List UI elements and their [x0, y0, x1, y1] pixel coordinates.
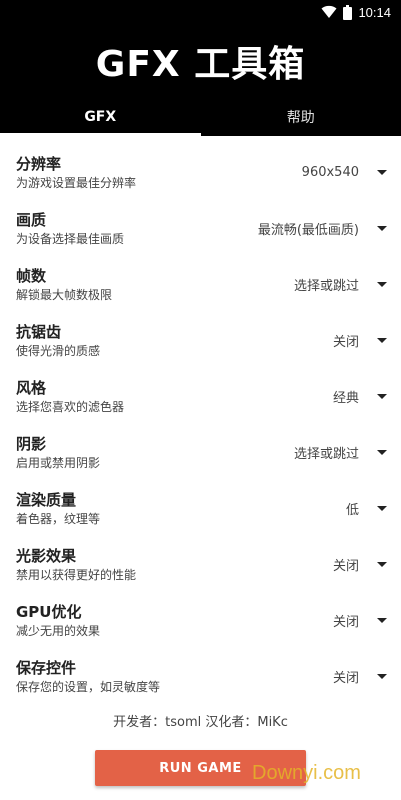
dropdown-arrow-icon	[377, 337, 387, 343]
dropdown-arrow-icon	[377, 561, 387, 567]
setting-title: 风格	[16, 378, 47, 397]
setting-light-effects[interactable]: 光影效果 禁用以获得更好的性能 关闭	[0, 536, 401, 592]
dropdown-arrow-icon	[377, 169, 387, 175]
setting-subtitle: 使得光滑的质感	[16, 343, 101, 358]
setting-subtitle: 减少无用的效果	[16, 623, 101, 638]
setting-dropdown[interactable]: 关闭	[333, 331, 387, 350]
setting-value: 关闭	[332, 558, 359, 574]
setting-dropdown[interactable]: 选择或跳过	[294, 275, 387, 294]
setting-value: 最流畅(最低画质)	[257, 222, 359, 238]
setting-subtitle: 为游戏设置最佳分辨率	[16, 175, 137, 190]
dropdown-arrow-icon	[377, 393, 387, 399]
setting-fps[interactable]: 帧数 解锁最大帧数极限 选择或跳过	[0, 256, 401, 312]
settings-list: 分辨率 为游戏设置最佳分辨率 960x540 画质 为设备选择最佳画质 最流畅(…	[0, 136, 401, 704]
credits-text: 开发者：tsoml 汉化者：MiKc	[113, 715, 288, 730]
setting-gpu-optimization[interactable]: GPU优化 减少无用的效果 关闭	[0, 592, 401, 648]
dropdown-arrow-icon	[377, 505, 387, 511]
setting-value: 低	[345, 502, 359, 518]
setting-subtitle: 保存您的设置，如灵敏度等	[16, 679, 161, 694]
dropdown-arrow-icon	[377, 449, 387, 455]
tab-help[interactable]: 帮助	[201, 98, 401, 136]
setting-subtitle: 启用或禁用阴影	[16, 455, 101, 470]
watermark: Downyi.com	[252, 762, 361, 784]
setting-graphics[interactable]: 画质 为设备选择最佳画质 最流畅(最低画质)	[0, 200, 401, 256]
status-time: 10:14	[358, 4, 391, 20]
setting-dropdown[interactable]: 关闭	[333, 555, 387, 574]
tab-bar: GFX 帮助	[0, 98, 401, 136]
setting-value: 关闭	[332, 614, 359, 630]
setting-subtitle: 为设备选择最佳画质	[16, 231, 125, 246]
setting-value: 关闭	[332, 670, 359, 686]
setting-shadows[interactable]: 阴影 启用或禁用阴影 选择或跳过	[0, 424, 401, 480]
setting-dropdown[interactable]: 经典	[333, 387, 387, 406]
dropdown-arrow-icon	[377, 281, 387, 287]
setting-dropdown[interactable]: 关闭	[333, 611, 387, 630]
app-header: GFX 工具箱 GFX 帮助	[0, 24, 401, 136]
setting-resolution[interactable]: 分辨率 为游戏设置最佳分辨率 960x540	[0, 144, 401, 200]
dropdown-arrow-icon	[377, 617, 387, 623]
setting-dropdown[interactable]: 960x540	[302, 165, 387, 180]
setting-title: 帧数	[16, 266, 47, 285]
setting-subtitle: 禁用以获得更好的性能	[16, 567, 137, 582]
tab-gfx[interactable]: GFX	[0, 98, 201, 136]
setting-dropdown[interactable]: 最流畅(最低画质)	[258, 219, 387, 238]
setting-value: 选择或跳过	[293, 446, 359, 462]
battery-icon	[343, 4, 353, 20]
setting-subtitle: 解锁最大帧数极限	[16, 287, 113, 302]
setting-title: 光影效果	[16, 546, 77, 565]
wifi-icon	[321, 5, 337, 19]
setting-antialiasing[interactable]: 抗锯齿 使得光滑的质感 关闭	[0, 312, 401, 368]
setting-save-controls[interactable]: 保存控件 保存您的设置，如灵敏度等 关闭	[0, 648, 401, 704]
setting-title: 保存控件	[16, 658, 77, 677]
setting-style[interactable]: 风格 选择您喜欢的滤色器 经典	[0, 368, 401, 424]
setting-dropdown[interactable]: 关闭	[333, 667, 387, 686]
app-title: GFX 工具箱	[95, 44, 306, 85]
setting-value: 960x540	[301, 164, 359, 180]
setting-value: 经典	[332, 390, 359, 406]
status-bar: 10:14	[0, 0, 401, 24]
setting-title: 画质	[16, 210, 47, 229]
setting-value: 选择或跳过	[293, 278, 359, 294]
setting-title: 渲染质量	[16, 490, 77, 509]
setting-value: 关闭	[332, 334, 359, 350]
dropdown-arrow-icon	[377, 225, 387, 231]
setting-dropdown[interactable]: 选择或跳过	[294, 443, 387, 462]
setting-title: 分辨率	[16, 154, 62, 173]
setting-render-quality[interactable]: 渲染质量 着色器，纹理等 低	[0, 480, 401, 536]
setting-subtitle: 着色器，纹理等	[16, 511, 101, 526]
dropdown-arrow-icon	[377, 673, 387, 679]
setting-dropdown[interactable]: 低	[346, 499, 387, 518]
setting-title: 抗锯齿	[16, 322, 62, 341]
setting-subtitle: 选择您喜欢的滤色器	[16, 399, 125, 414]
setting-title: GPU优化	[16, 602, 82, 621]
setting-title: 阴影	[16, 434, 47, 453]
